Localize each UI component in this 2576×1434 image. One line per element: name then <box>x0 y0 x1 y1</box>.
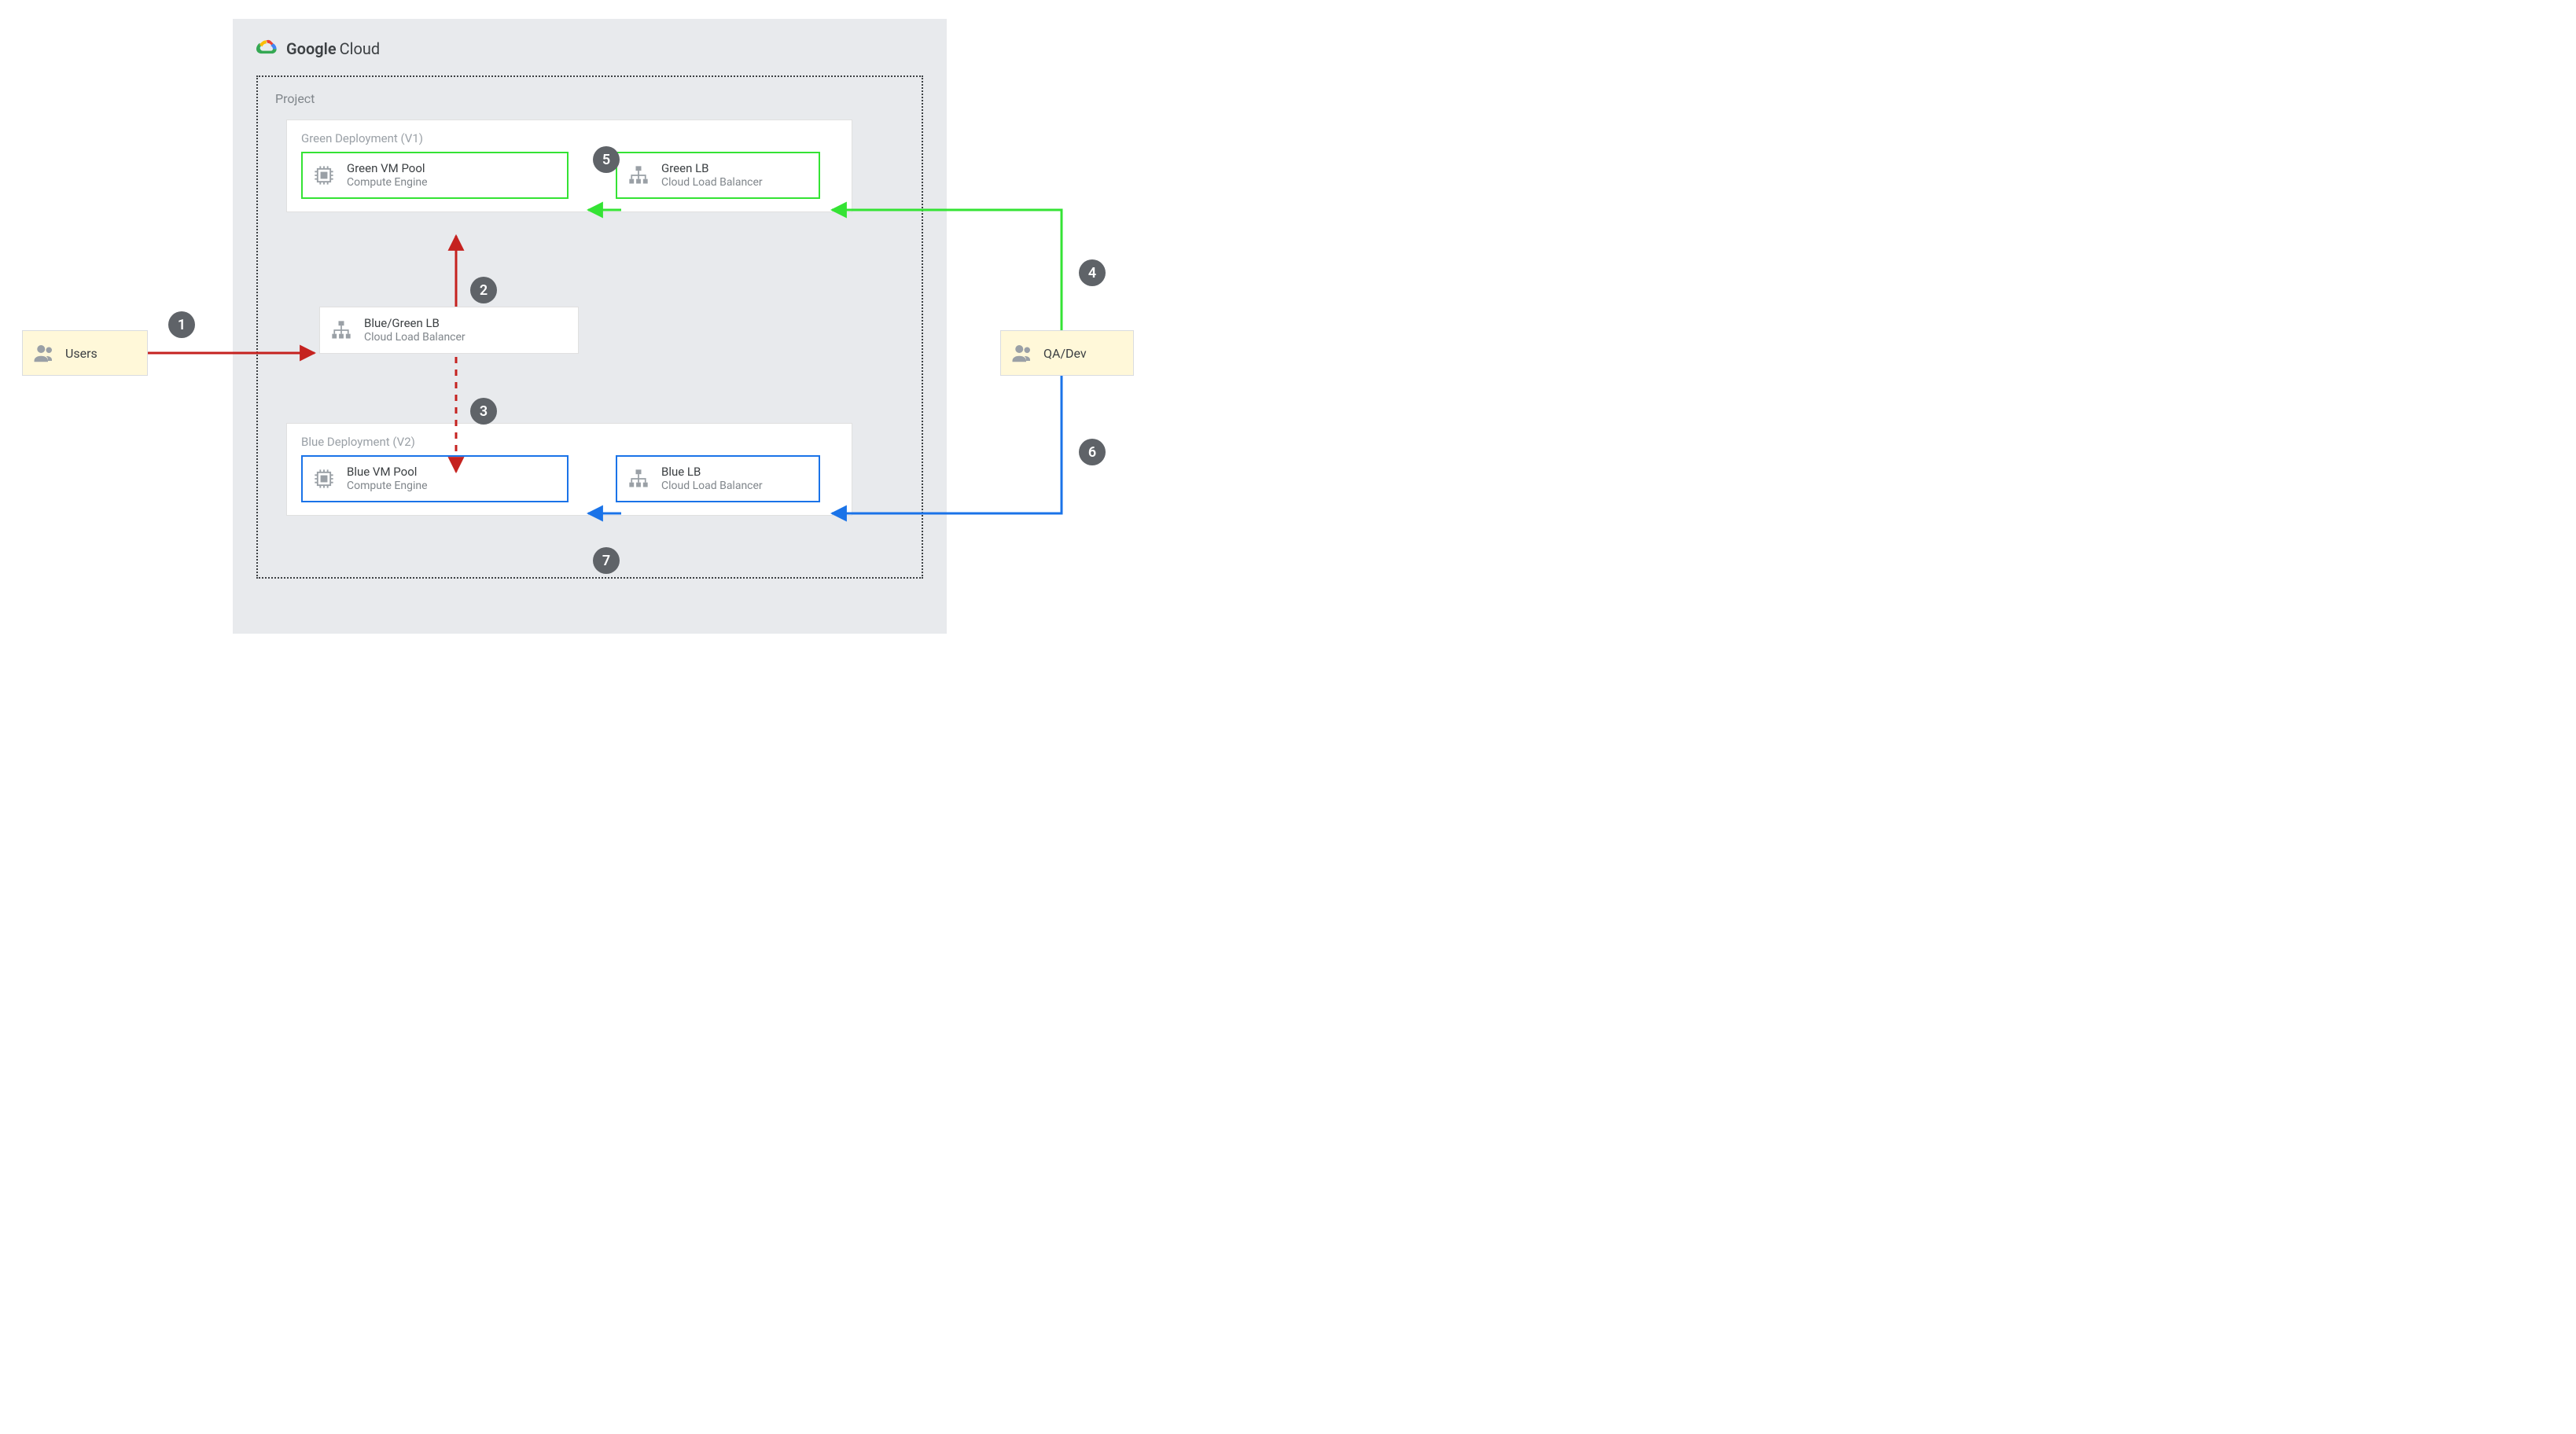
node-title: Green VM Pool <box>347 162 428 175</box>
blue-vm-pool-node: Blue VM Pool Compute Engine <box>301 455 569 502</box>
project-label: Project <box>275 91 904 106</box>
users-icon <box>1009 340 1036 366</box>
badge-2: 2 <box>470 277 497 303</box>
load-balancer-icon <box>328 317 355 344</box>
green-deployment-label: Green Deployment (V1) <box>301 131 837 145</box>
badge-3: 3 <box>470 398 497 425</box>
badge-4: 4 <box>1079 259 1106 286</box>
blue-deployment: Blue Deployment (V2) Blue VM Pool Comput… <box>286 423 852 516</box>
cloud-header: Google Cloud <box>256 36 923 61</box>
node-subtitle: Cloud Load Balancer <box>661 176 763 189</box>
badge-1: 1 <box>168 311 195 338</box>
google-cloud-panel: Google Cloud Project Green Deployment (V… <box>233 19 947 634</box>
node-subtitle: Compute Engine <box>347 480 428 492</box>
qa-dev-actor: QA/Dev <box>1000 330 1134 376</box>
node-subtitle: Cloud Load Balancer <box>661 480 763 492</box>
google-cloud-logo-icon <box>256 38 278 60</box>
node-title: Blue LB <box>661 465 763 479</box>
blue-green-lb-node: Blue/Green LB Cloud Load Balancer <box>319 307 579 354</box>
blue-deployment-label: Blue Deployment (V2) <box>301 435 837 449</box>
node-title: Green LB <box>661 162 763 175</box>
compute-engine-icon <box>311 162 337 189</box>
badge-6: 6 <box>1079 439 1106 465</box>
node-subtitle: Cloud Load Balancer <box>364 331 466 344</box>
users-icon <box>31 340 57 366</box>
users-actor: Users <box>22 330 148 376</box>
compute-engine-icon <box>311 465 337 492</box>
blue-lb-node: Blue LB Cloud Load Balancer <box>616 455 820 502</box>
project-box: Project Green Deployment (V1) Green VM P <box>256 75 923 579</box>
green-lb-node: Green LB Cloud Load Balancer <box>616 152 820 199</box>
load-balancer-icon <box>625 465 652 492</box>
badge-7: 7 <box>593 547 620 574</box>
node-subtitle: Compute Engine <box>347 176 428 189</box>
qa-dev-label: QA/Dev <box>1043 346 1087 361</box>
node-title: Blue/Green LB <box>364 317 466 330</box>
green-deployment: Green Deployment (V1) Green VM Pool Comp… <box>286 120 852 212</box>
node-title: Blue VM Pool <box>347 465 428 479</box>
diagram-canvas: Users QA/Dev Google C <box>0 0 1227 653</box>
cloud-title: Google Cloud <box>286 39 380 58</box>
green-vm-pool-node: Green VM Pool Compute Engine <box>301 152 569 199</box>
users-label: Users <box>65 346 98 361</box>
load-balancer-icon <box>625 162 652 189</box>
badge-5: 5 <box>593 146 620 173</box>
